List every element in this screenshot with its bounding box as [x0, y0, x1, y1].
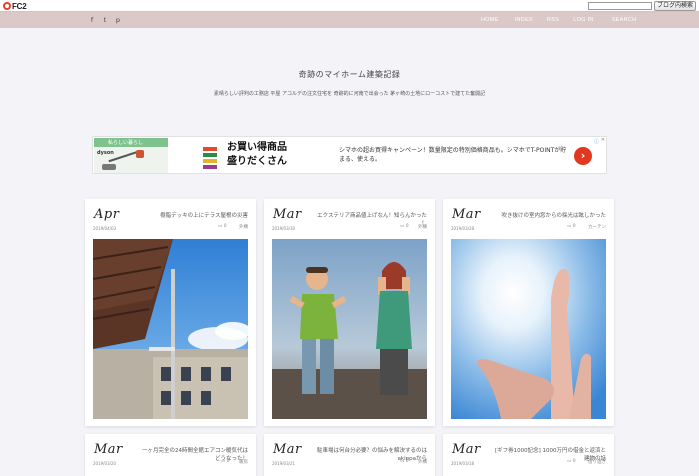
ad-headline[interactable]: お買い得商品 盛りだくさん [227, 141, 337, 169]
facebook-icon[interactable]: f [87, 15, 97, 25]
nav-links: HOME INDEX RSS LOG IN SEARCH [470, 12, 636, 28]
post-date: 2019/03/28 [451, 226, 475, 231]
post-date: 2019/03/21 [272, 461, 296, 466]
post-category[interactable]: 借り過ぎ [588, 459, 606, 465]
twitter-icon[interactable]: t [100, 15, 110, 25]
post-title[interactable]: [ギフ券1000記念] 1000万円の借金と返済と [495, 446, 606, 454]
post-title[interactable]: 樹脂デッキの上にテラス屋根の災害 [160, 211, 248, 219]
blog-search-button[interactable]: ブログ内検索 [654, 1, 696, 11]
ad-image-header: 私らしい暮らし [108, 140, 144, 146]
post-date: 2019/03/20 [93, 461, 117, 466]
comment-count[interactable]: ▭ 0 [400, 459, 409, 464]
figurines-photo [272, 239, 427, 419]
post-card[interactable]: Mar エクステリア商品値上げなん！知らんかった ！ 2019/03/30 ▭ … [264, 199, 435, 426]
post-card[interactable]: Mar 吹き抜けの室内窓からの採光は眩しかった 2019/03/28 ▭ 0 カ… [443, 199, 614, 426]
blog-search-input[interactable] [588, 2, 652, 10]
blog-description: 素晴らしい評判の工務店 平屋 アコルデの注文住宅を 奇跡的に河南で出会った 茅ヶ… [213, 91, 486, 97]
post-card[interactable]: Mar 駐車場は何台分必要？の悩みを解決するのは akippaから 2019/0… [264, 434, 435, 476]
comment-count[interactable]: ▭ 0 [221, 459, 230, 464]
post-title[interactable]: エクステリア商品値上げなん！知らんかった [317, 211, 427, 219]
post-category[interactable]: 外構 [239, 224, 248, 230]
post-date: 2019/03/30 [272, 226, 296, 231]
post-month: Mar [452, 207, 481, 222]
post-category[interactable]: 外構 [418, 459, 427, 465]
fc2-logo[interactable]: FC2 [3, 1, 27, 11]
ad-info-icon[interactable]: ⓘ [594, 138, 599, 145]
fc2-logo-icon [3, 2, 11, 10]
post-month: Mar [452, 442, 481, 457]
nav-rss[interactable]: RSS [547, 17, 559, 23]
post-category[interactable]: カーテン [588, 224, 606, 230]
post-month: Mar [273, 207, 302, 222]
ad-banner[interactable]: 私らしい暮らし dyson お買い得商品 盛りだくさん シマホの超お買得キャンペ… [92, 136, 607, 174]
post-thumbnail[interactable] [272, 239, 427, 419]
nav-search[interactable]: SEARCH [612, 17, 637, 23]
post-thumbnail[interactable] [451, 239, 606, 419]
comment-count[interactable]: ▭ 0 [400, 224, 409, 229]
post-title[interactable]: 吹き抜けの室内窓からの採光は眩しかった [501, 211, 606, 219]
vacuum-base [102, 164, 116, 170]
post-date: 2019/04/03 [93, 226, 117, 231]
nav-index[interactable]: INDEX [515, 17, 533, 23]
post-title[interactable]: 駐車場は何台分必要？の悩みを解決するのは [317, 446, 427, 454]
ad-close-icon[interactable]: ✕ [601, 137, 605, 143]
comment-count[interactable]: ▭ 0 [218, 224, 227, 229]
post-card[interactable]: Mar 一ヶ月完全の24時間全館エアコン暖気代は どうなった！ 2019/03/… [85, 434, 256, 476]
vacuum-head [136, 150, 144, 158]
post-category[interactable]: 外構 [418, 224, 427, 230]
fc2-toolbar: FC2 ブログ内検索 [0, 0, 699, 12]
nav-login[interactable]: LOG IN [573, 17, 593, 23]
post-date: 2019/03/18 [451, 461, 475, 466]
post-card[interactable]: Apr 樹脂デッキの上にテラス屋根の災害 2019/04/03 ▭ 0 外構 [85, 199, 256, 426]
post-thumbnail[interactable] [93, 239, 248, 419]
pinterest-icon[interactable]: p [113, 15, 123, 25]
blog-title[interactable]: 奇跡のマイホーム建築記録 [0, 69, 699, 80]
post-title[interactable]: 一ヶ月完全の24時間全館エアコン暖気代は [142, 446, 248, 454]
ad-arrow-button[interactable]: › [574, 147, 592, 165]
post-month: Apr [94, 207, 120, 222]
balcony-photo [93, 239, 248, 419]
post-category[interactable]: 暖房 [239, 459, 248, 465]
comment-count[interactable]: ▭ 0 [567, 224, 576, 229]
ad-logo-icon [203, 147, 223, 169]
navbar: f t p HOME INDEX RSS LOG IN SEARCH [0, 12, 699, 28]
post-month: Mar [273, 442, 302, 457]
ad-product-image[interactable]: 私らしい暮らし dyson [94, 138, 168, 173]
sunlight-hand-photo [451, 239, 606, 419]
ad-body-text[interactable]: シマホの超お買得キャンペーン！数量限定の特別価格商品も。シマホでT-POINTが… [339, 146, 567, 164]
post-month: Mar [94, 442, 123, 457]
post-card[interactable]: Mar [ギフ券1000記念] 1000万円の借金と返済と 建物の話 2019/… [443, 434, 614, 476]
comment-count[interactable]: ▭ 0 [567, 459, 576, 464]
ad-brand: dyson [97, 150, 114, 156]
nav-home[interactable]: HOME [481, 17, 499, 23]
